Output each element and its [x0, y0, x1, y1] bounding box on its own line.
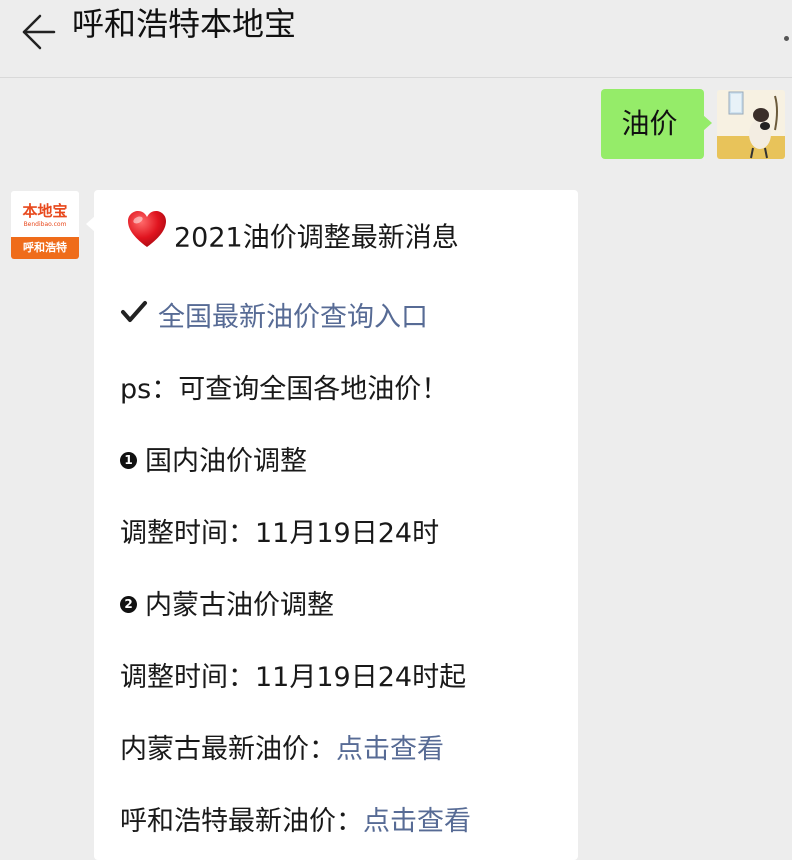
top-bar: 呼和浩特本地宝 [0, 0, 792, 78]
back-button[interactable] [18, 12, 58, 52]
nm-price-row: 内蒙古最新油价：点击查看 [120, 730, 444, 770]
headline-row: 2021油价调整最新消息 [126, 210, 459, 265]
section2-time: 调整时间：11月19日24时起 [120, 662, 467, 693]
nm-price-link[interactable]: 点击查看 [336, 734, 444, 765]
logo-city-label: 呼和浩特 [11, 237, 79, 259]
logo-text: 本地宝 [22, 202, 68, 220]
back-arrow-icon [22, 14, 56, 50]
incoming-message-bubble: 2021油价调整最新消息 全国最新油价查询入口 ps：可查询全国各地油价！ 1国… [86, 190, 578, 860]
section1-title: 国内油价调整 [145, 446, 307, 477]
section1-time: 调整时间：11月19日24时 [120, 518, 440, 549]
hh-price-link[interactable]: 点击查看 [363, 806, 471, 837]
hh-price-label: 呼和浩特最新油价： [120, 806, 363, 837]
hh-price-row: 呼和浩特最新油价：点击查看 [120, 802, 471, 842]
more-icon[interactable] [784, 36, 789, 41]
nm-price-label: 内蒙古最新油价： [120, 734, 336, 765]
national-price-query-link[interactable]: 全国最新油价查询入口 [158, 302, 428, 333]
section2-heading: 2 内蒙古油价调整 [120, 586, 334, 626]
section2-title: 内蒙古油价调整 [145, 590, 334, 621]
number-badge: 2 [120, 596, 137, 613]
query-link-row: 全国最新油价查询入口 [120, 298, 428, 339]
chat-title: 呼和浩特本地宝 [72, 5, 297, 43]
checkmark-icon [120, 297, 148, 337]
user-avatar[interactable] [717, 90, 785, 159]
outgoing-message-bubble[interactable]: 油价 [601, 89, 712, 159]
ps-note: ps：可查询全国各地油价！ [120, 374, 449, 405]
headline-text: 2021油价调整最新消息 [174, 222, 459, 254]
logo-subtext: Bendibao.com [23, 221, 67, 228]
heart-icon [126, 210, 168, 262]
section1-heading: 1 国内油价调整 [120, 442, 307, 482]
official-account-avatar[interactable]: 本地宝 Bendibao.com 呼和浩特 [11, 191, 79, 259]
number-badge: 1 [120, 452, 137, 469]
